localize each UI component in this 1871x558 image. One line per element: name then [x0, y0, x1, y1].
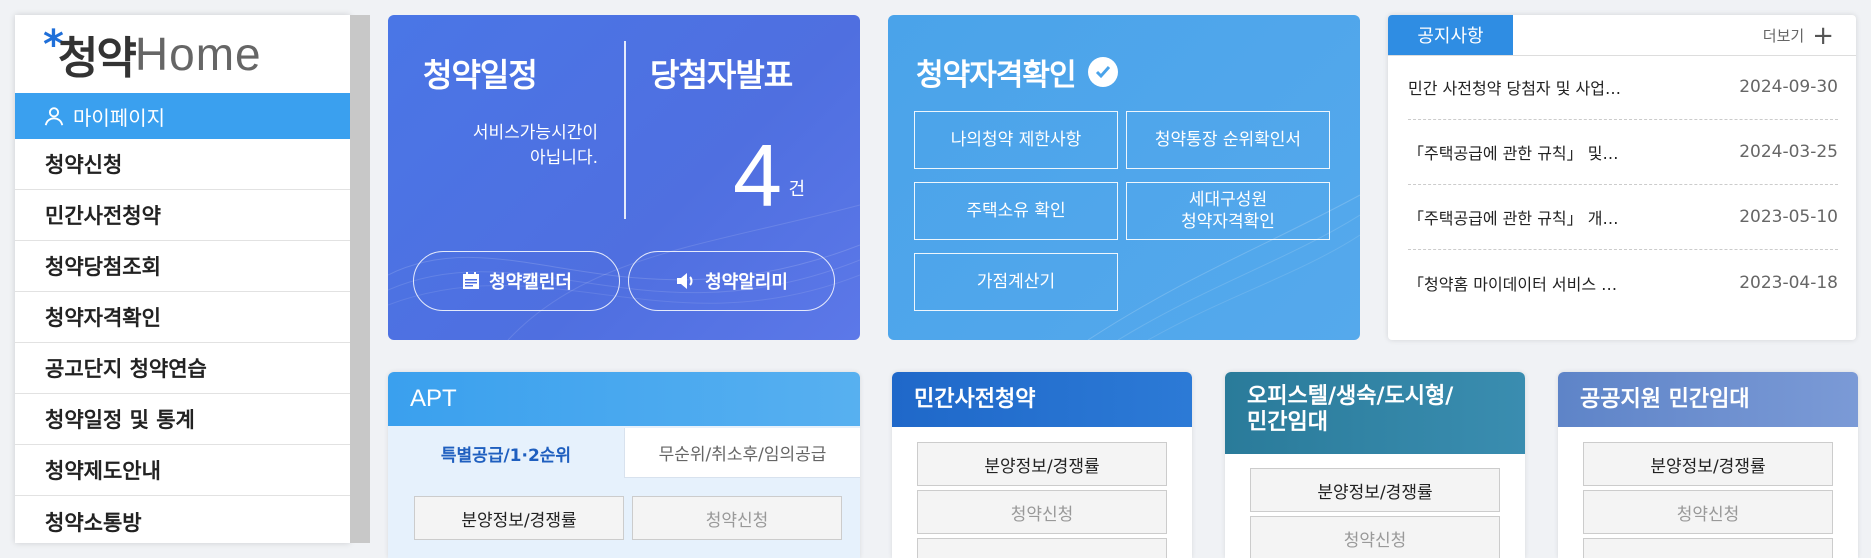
qualification-title: 청약자격확인 — [916, 50, 1118, 94]
speaker-icon — [677, 273, 693, 289]
notice-date: 2024-03-25 — [1739, 142, 1838, 162]
notice-tab[interactable]: 공지사항 — [1388, 15, 1513, 55]
notice-date: 2023-05-10 — [1739, 207, 1838, 227]
officetel-title: 오피스텔/생숙/도시형/ 민간임대 — [1225, 372, 1525, 454]
officetel-sale-info-button[interactable]: 분양정보/경쟁률 — [1250, 468, 1500, 512]
check-circle-icon — [1087, 57, 1118, 87]
logo[interactable]: * 청약 Home — [15, 15, 350, 93]
notice-title: 「주택공급에 관한 규칙」 개… — [1408, 209, 1619, 228]
officetel-title-line-2: 민간임대 — [1247, 410, 1328, 435]
alarm-button[interactable]: 청약알리미 — [628, 251, 835, 311]
more-button[interactable]: 더보기 + — [1762, 20, 1834, 51]
qualification-card: 청약자격확인 나의청약 제한사항 청약통장 순위확인서 주택소유 확인 세대구성… — [888, 15, 1360, 340]
sidebar-item-apply[interactable]: 청약신청 — [15, 139, 350, 190]
notice-item[interactable]: 「주택공급에 관한 규칙」 및… 2024-03-25 — [1408, 120, 1838, 185]
sidebar-item-qualification-check[interactable]: 청약자격확인 — [15, 292, 350, 343]
private-extra-button[interactable] — [917, 538, 1167, 558]
apt-apply-button[interactable]: 청약신청 — [632, 496, 842, 540]
household-qualification-button[interactable]: 세대구성원 청약자격확인 — [1126, 182, 1330, 240]
notice-item[interactable]: 민간 사전청약 당첨자 및 사업… 2024-09-30 — [1408, 55, 1838, 120]
person-icon — [44, 107, 64, 126]
private-card: 민간사전청약 분양정보/경쟁률 청약신청 — [892, 372, 1192, 558]
sidebar-item-practice[interactable]: 공고단지 청약연습 — [15, 343, 350, 394]
more-label: 더보기 — [1762, 27, 1805, 45]
notice-item[interactable]: 「주택공급에 관한 규칙」 개… 2023-05-10 — [1408, 185, 1838, 250]
notice-title: 민간 사전청약 당첨자 및 사업… — [1408, 79, 1621, 98]
message-line-1: 서비스가능시간이 — [472, 123, 598, 143]
private-title: 민간사전청약 — [892, 372, 1192, 427]
private-sale-info-button[interactable]: 분양정보/경쟁률 — [917, 442, 1167, 486]
sidebar-item-schedule-stats[interactable]: 청약일정 및 통계 — [15, 394, 350, 445]
notice-item[interactable]: 「청약홈 마이데이터 서비스 … 2023-04-18 — [1408, 250, 1838, 315]
sidebar-item-system-guide[interactable]: 청약제도안내 — [15, 445, 350, 496]
calendar-icon — [463, 272, 480, 289]
notice-title: 「청약홈 마이데이터 서비스 … — [1408, 274, 1618, 294]
sidebar-item-winner-lookup[interactable]: 청약당첨조회 — [15, 241, 350, 292]
winner-count[interactable]: 4 — [733, 125, 782, 227]
private-apply-button[interactable]: 청약신청 — [917, 490, 1167, 534]
divider — [624, 41, 626, 219]
apt-title: APT — [388, 372, 860, 426]
public-rental-title: 공공지원 민간임대 — [1558, 372, 1858, 427]
sidebar-scrollbar[interactable] — [350, 15, 370, 543]
winner-count-unit: 건 — [788, 179, 805, 200]
score-calculator-button[interactable]: 가점계산기 — [914, 253, 1118, 311]
plus-icon: + — [1812, 20, 1834, 51]
schedule-title[interactable]: 청약일정 — [423, 50, 538, 96]
notice-title: 「주택공급에 관한 규칙」 및… — [1408, 144, 1619, 163]
sidebar-item-private-pre-subscription[interactable]: 민간사전청약 — [15, 190, 350, 241]
public-sale-info-button[interactable]: 분양정보/경쟁률 — [1583, 442, 1833, 486]
tab-unranked-supply[interactable]: 무순위/취소후/임의공급 — [624, 428, 860, 478]
restrictions-button[interactable]: 나의청약 제한사항 — [914, 111, 1118, 169]
logo-korean-text: 청약 — [57, 33, 137, 84]
public-apply-button[interactable]: 청약신청 — [1583, 490, 1833, 534]
ranking-certificate-button[interactable]: 청약통장 순위확인서 — [1126, 111, 1330, 169]
page: * 청약 Home 마이페이지 청약신청 민간사전청약 청약당첨조회 청약자격확… — [0, 0, 1871, 558]
tab-special-supply[interactable]: 특별공급/1·2순위 — [388, 428, 624, 478]
service-unavailable-message: 서비스가능시간이 아닙니다. — [428, 121, 598, 171]
mypage-link[interactable]: 마이페이지 — [15, 93, 350, 139]
sidebar-item-community[interactable]: 청약소통방 — [15, 496, 350, 547]
household-line-2: 청약자격확인 — [1181, 212, 1275, 232]
apt-sale-info-button[interactable]: 분양정보/경쟁률 — [414, 496, 624, 540]
mypage-label: 마이페이지 — [73, 105, 165, 130]
officetel-card: 오피스텔/생숙/도시형/ 민간임대 분양정보/경쟁률 청약신청 — [1225, 372, 1525, 558]
qualification-title-text: 청약자격확인 — [916, 58, 1077, 93]
message-line-2: 아닙니다. — [530, 148, 598, 168]
public-rental-card: 공공지원 민간임대 분양정보/경쟁률 청약신청 — [1558, 372, 1858, 558]
logo-english-text: Home — [134, 28, 262, 80]
officetel-apply-button[interactable]: 청약신청 — [1250, 516, 1500, 558]
notice-date: 2024-09-30 — [1739, 77, 1838, 97]
notice-date: 2023-04-18 — [1739, 272, 1838, 293]
calendar-button[interactable]: 청약캘린더 — [413, 251, 620, 311]
house-ownership-button[interactable]: 주택소유 확인 — [914, 182, 1118, 240]
calendar-button-label: 청약캘린더 — [489, 272, 572, 293]
sidebar: * 청약 Home 마이페이지 청약신청 민간사전청약 청약당첨조회 청약자격확… — [15, 15, 350, 543]
public-extra-button[interactable] — [1583, 538, 1833, 558]
officetel-title-line-1: 오피스텔/생숙/도시형/ — [1247, 384, 1454, 409]
household-line-1: 세대구성원 — [1188, 190, 1268, 210]
notice-card: 공지사항 더보기 + 민간 사전청약 당첨자 및 사업… 2024-09-30 … — [1388, 15, 1856, 340]
winner-announcement-title[interactable]: 당첨자발표 — [650, 50, 793, 96]
schedule-card: 청약일정 당첨자발표 서비스가능시간이 아닙니다. 4 건 청약캘린더 청약알리… — [388, 15, 860, 340]
apt-card: APT 특별공급/1·2순위 무순위/취소후/임의공급 분양정보/경쟁률 청약신… — [388, 372, 860, 558]
alarm-button-label: 청약알리미 — [705, 272, 788, 293]
